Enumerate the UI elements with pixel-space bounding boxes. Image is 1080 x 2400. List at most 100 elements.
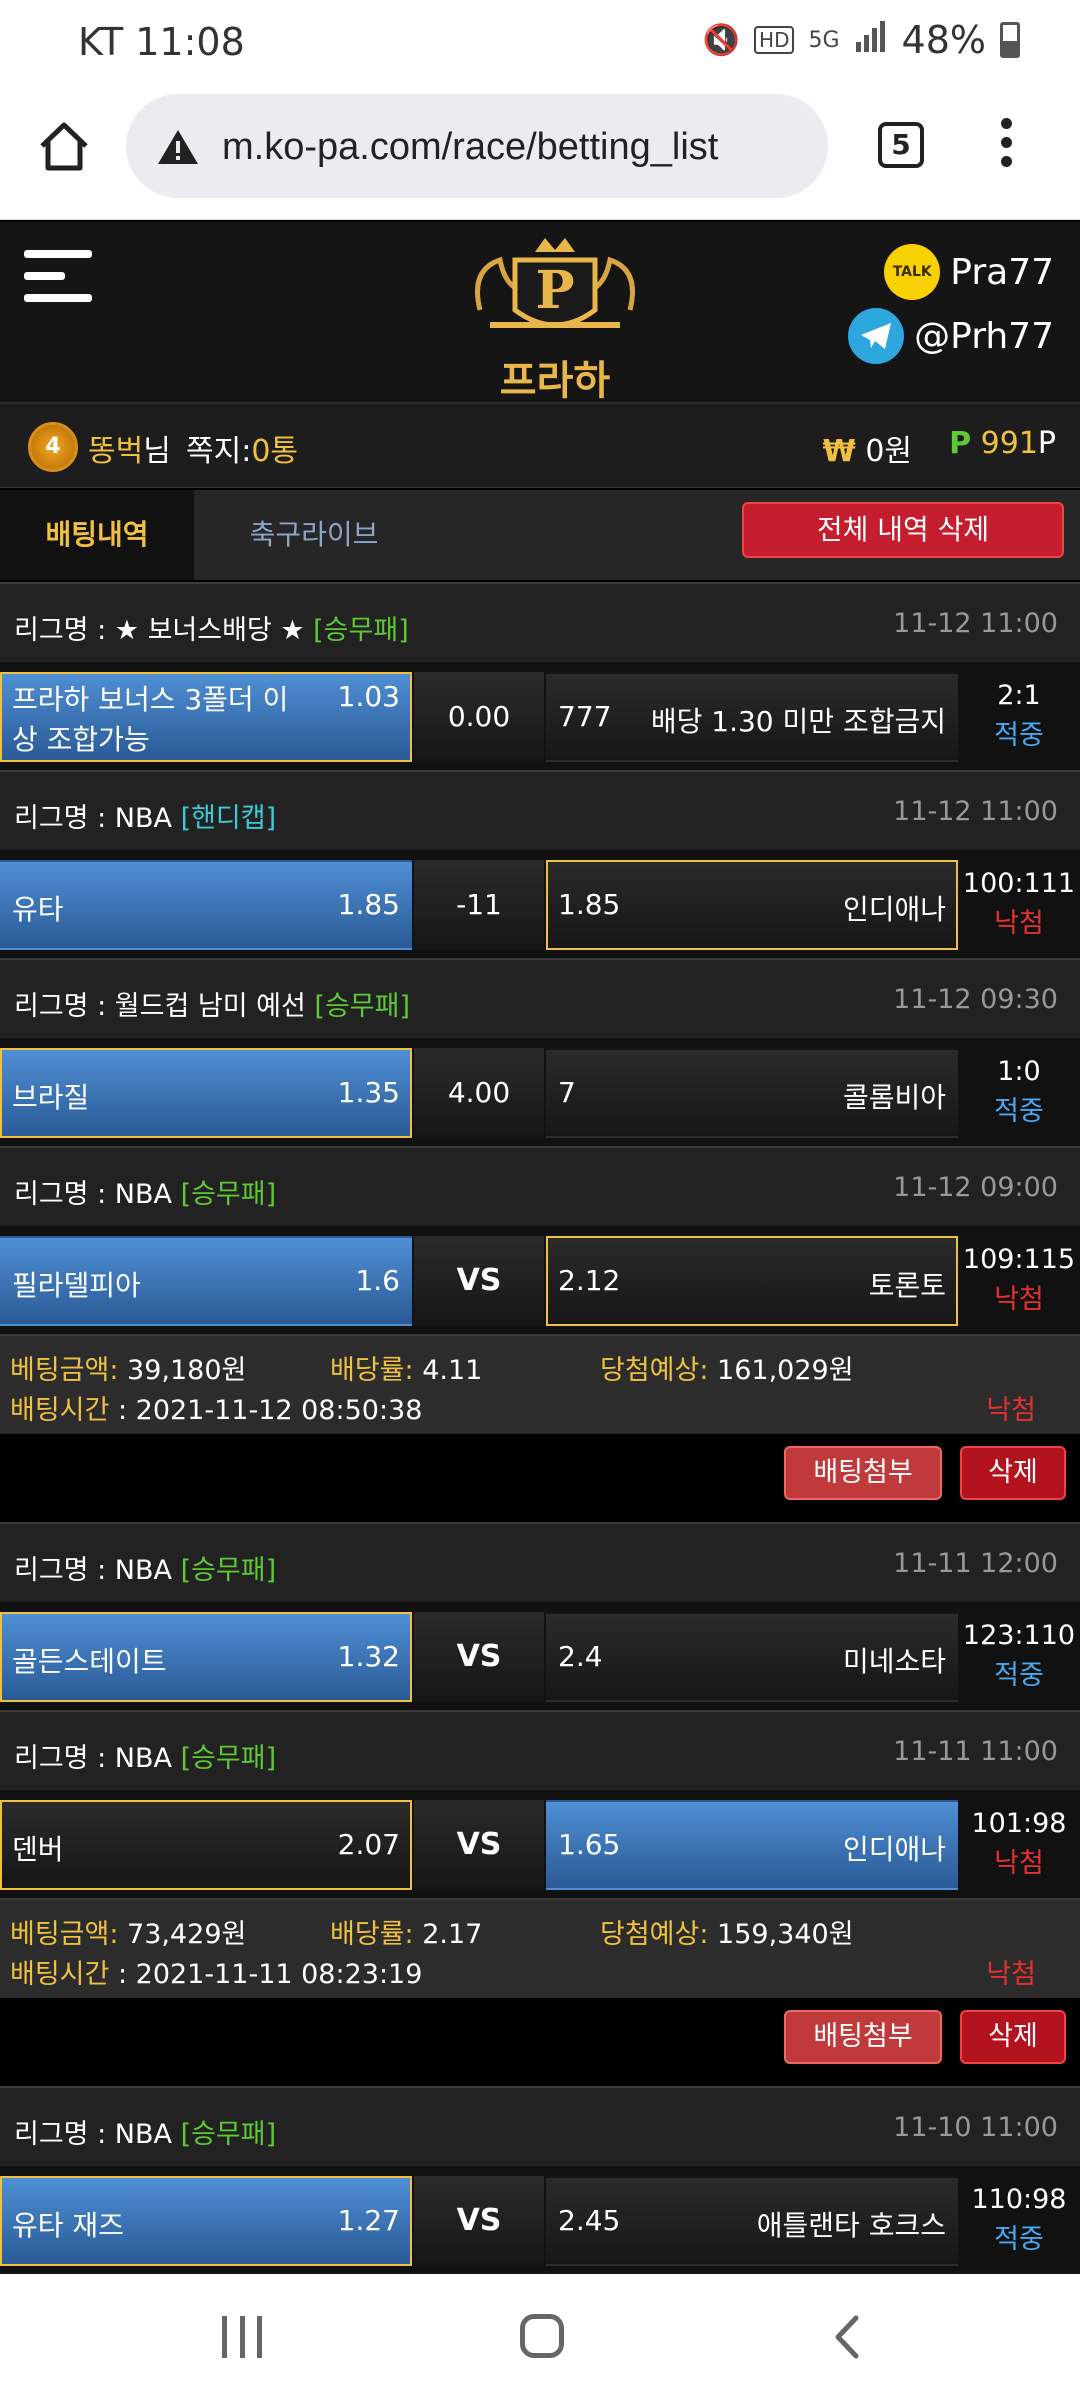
delete-all-button[interactable]: 전체 내역 삭제 [742, 502, 1064, 558]
svg-text:P: P [535, 260, 574, 321]
vs-label: VS [414, 1236, 544, 1326]
game-result: 100:111 낙첨 [962, 868, 1076, 939]
home-nav-icon[interactable] [520, 2314, 564, 2358]
android-nav-bar [0, 2274, 1080, 2400]
messages-link[interactable]: 쪽지:0통 [186, 426, 298, 470]
home-pick[interactable]: 유타 1.85 [0, 860, 412, 950]
site-header: P 프라하 TALK Pra77 @Prh77 [0, 222, 1080, 404]
game-result: 123:110 적중 [962, 1620, 1076, 1691]
tab-soccer-live[interactable]: 축구라이브 [194, 490, 434, 580]
slip-actions: 배팅첨부 삭제 [0, 1432, 1080, 1522]
level-badge-icon: 4 [28, 422, 78, 472]
match-row: 골든스테이트 1.32 VS 2.4 미네소타 123:110 적중 [0, 1602, 1080, 1710]
status-bar: KT 11:08 🔇 HD 5G 48% [0, 0, 1080, 88]
telegram-id: @Prh77 [914, 315, 1054, 357]
match-row: 유타 재즈 1.27 VS 2.45 애틀랜타 호크스 110:98 적중 [0, 2166, 1080, 2274]
away-pick[interactable]: 1.85 인디애나 [546, 860, 958, 950]
league-header: 리그명 : NBA [승무패] 11-11 11:00 [0, 1710, 1080, 1790]
game-datetime: 11-11 12:00 [893, 1548, 1058, 1579]
away-pick[interactable]: 7 콜롬비아 [546, 1048, 958, 1138]
league-header: 리그명 : NBA [핸디캡] 11-12 11:00 [0, 770, 1080, 850]
betting-list: 리그명 : ★ 보너스배당 ★ [승무패] 11-12 11:00 프라하 보너… [0, 582, 1080, 2274]
handicap-value[interactable]: -11 [414, 860, 544, 950]
away-pick[interactable]: 2.12 토론토 [546, 1236, 958, 1326]
game-datetime: 11-12 09:30 [893, 984, 1058, 1015]
address-bar[interactable]: m.ko-pa.com/race/betting_list [126, 94, 828, 198]
hamburger-menu-icon[interactable] [24, 250, 92, 314]
delete-slip-button[interactable]: 삭제 [960, 2010, 1066, 2064]
home-pick[interactable]: 덴버 2.07 [0, 1800, 412, 1890]
logo-text: 프라하 [499, 358, 611, 404]
slip-summary: 베팅금액: 73,429원 배당률: 2.17 당첨예상: 159,340원 배… [0, 1898, 1080, 1996]
draw-odds[interactable]: 0.00 [414, 672, 544, 762]
slip-actions: 배팅첨부 삭제 [0, 1996, 1080, 2086]
user-info-bar: 4 똥벅님 쪽지:0통 ₩ 0원 P 991P [0, 404, 1080, 488]
home-pick[interactable]: 골든스테이트 1.32 [0, 1612, 412, 1702]
away-pick[interactable]: 777 배당 1.30 미만 조합금지 [546, 672, 958, 762]
away-pick[interactable]: 1.65 인디애나 [546, 1800, 958, 1890]
slip-result: 낙첨 [986, 1959, 1036, 1990]
draw-odds[interactable]: 4.00 [414, 1048, 544, 1138]
user-name[interactable]: 똥벅님 [88, 426, 171, 470]
point-balance: P 991P [949, 426, 1056, 461]
hd-icon: HD [754, 26, 795, 54]
url-text[interactable]: m.ko-pa.com/race/betting_list [222, 126, 718, 169]
attach-bet-button[interactable]: 배팅첨부 [784, 1446, 942, 1500]
game-datetime: 11-10 11:00 [893, 2112, 1058, 2143]
signal-icon [854, 20, 888, 60]
telegram-contact[interactable]: @Prh77 [848, 308, 1054, 364]
match-row: 덴버 2.07 VS 1.65 인디애나 101:98 낙첨 [0, 1790, 1080, 1898]
game-datetime: 11-12 09:00 [893, 1172, 1058, 1203]
attach-bet-button[interactable]: 배팅첨부 [784, 2010, 942, 2064]
game-result: 1:0 적중 [994, 1056, 1044, 1127]
recent-apps-icon[interactable] [222, 2316, 262, 2358]
tabs-bar: 배팅내역 축구라이브 전체 내역 삭제 [0, 490, 1080, 580]
carrier-time: KT 11:08 [78, 20, 245, 64]
tab-switcher-button[interactable]: 5 [878, 122, 924, 168]
slip-result: 낙첨 [986, 1395, 1036, 1426]
game-result: 101:98 낙첨 [971, 1808, 1067, 1879]
kakao-id: Pra77 [950, 251, 1054, 293]
slip-summary: 베팅금액: 39,180원 배당률: 4.11 당첨예상: 161,029원 배… [0, 1334, 1080, 1432]
away-pick[interactable]: 2.45 애틀랜타 호크스 [546, 2176, 958, 2266]
vs-label: VS [414, 1612, 544, 1702]
home-icon[interactable] [36, 118, 92, 174]
game-datetime: 11-12 11:00 [893, 608, 1058, 639]
battery-icon [1000, 22, 1020, 58]
kakao-contact[interactable]: TALK Pra77 [884, 244, 1054, 300]
league-header: 리그명 : 월드컵 남미 예선 [승무패] 11-12 09:30 [0, 958, 1080, 1038]
match-row: 유타 1.85 -11 1.85 인디애나 100:111 낙첨 [0, 850, 1080, 958]
battery-text: 48% [901, 18, 986, 62]
game-result: 110:98 적중 [971, 2184, 1067, 2255]
match-row: 프라하 보너스 3폴더 이상 조합가능 1.03 0.00 777 배당 1.30 … [0, 662, 1080, 770]
league-header: 리그명 : ★ 보너스배당 ★ [승무패] 11-12 11:00 [0, 582, 1080, 662]
game-datetime: 11-12 11:00 [893, 796, 1058, 827]
network-label: 5G [808, 27, 840, 53]
tab-bet-history[interactable]: 배팅내역 [0, 490, 194, 580]
kakaotalk-icon: TALK [884, 244, 941, 300]
site-logo[interactable]: P 프라하 [460, 230, 650, 404]
home-pick[interactable]: 유타 재즈 1.27 [0, 2176, 412, 2266]
money-balance: ₩ 0원 [822, 434, 912, 469]
mute-icon: 🔇 [702, 22, 741, 58]
game-result: 2:1 적중 [994, 680, 1044, 751]
away-pick[interactable]: 2.4 미네소타 [546, 1612, 958, 1702]
vs-label: VS [414, 1800, 544, 1890]
league-header: 리그명 : NBA [승무패] 11-11 12:00 [0, 1522, 1080, 1602]
point-icon: P [949, 426, 972, 461]
browser-toolbar: m.ko-pa.com/race/betting_list 5 [0, 88, 1080, 220]
match-row: 필라델피아 1.6 VS 2.12 토론토 109:115 낙첨 [0, 1226, 1080, 1334]
home-pick[interactable]: 브라질 1.35 [0, 1048, 412, 1138]
home-pick[interactable]: 필라델피아 1.6 [0, 1236, 412, 1326]
home-pick[interactable]: 프라하 보너스 3폴더 이상 조합가능 1.03 [0, 672, 412, 762]
game-datetime: 11-11 11:00 [893, 1736, 1058, 1767]
delete-slip-button[interactable]: 삭제 [960, 1446, 1066, 1500]
match-row: 브라질 1.35 4.00 7 콜롬비아 1:0 적중 [0, 1038, 1080, 1146]
game-result: 109:115 낙첨 [962, 1244, 1076, 1315]
telegram-icon [848, 308, 905, 364]
back-icon[interactable] [826, 2314, 872, 2360]
vs-label: VS [414, 2176, 544, 2266]
more-menu-icon[interactable] [996, 118, 1016, 174]
won-icon: ₩ [822, 434, 856, 469]
warning-icon[interactable] [156, 128, 200, 166]
